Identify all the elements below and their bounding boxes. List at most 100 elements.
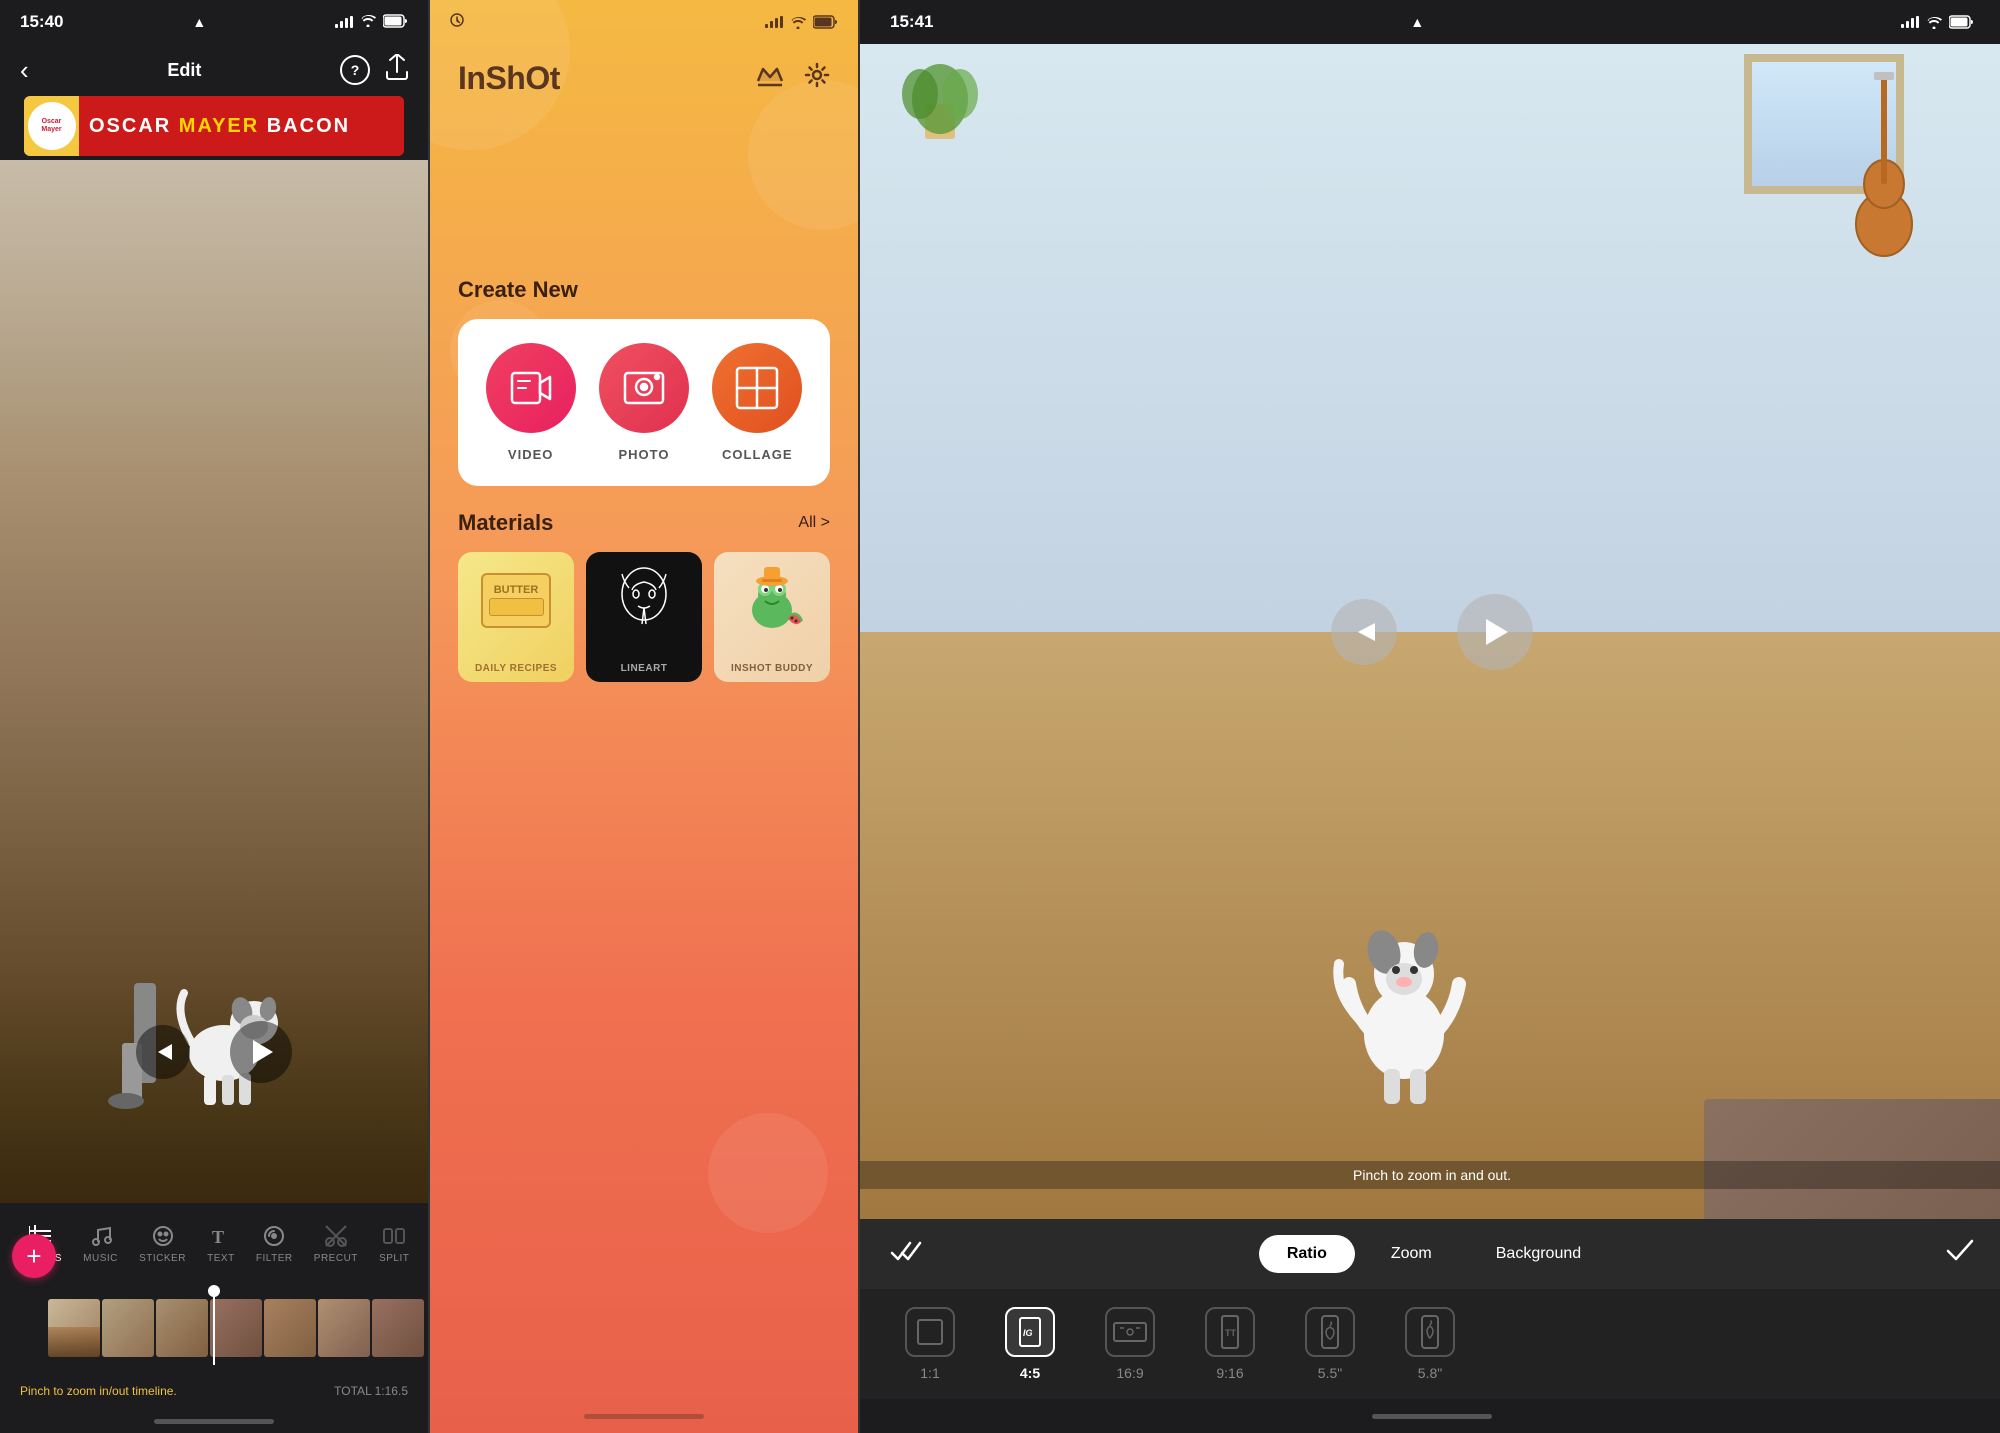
material-lineart[interactable]: LINEART — [586, 552, 702, 682]
play-icon — [253, 1040, 273, 1064]
recipes-visual: BUTTER — [476, 560, 556, 640]
battery-icon-3 — [1949, 15, 1974, 29]
bottom-space-2 — [430, 682, 858, 1399]
ratio-editor-panel: 15:41 ▲ — [860, 0, 2000, 1433]
confirm-button[interactable] — [1946, 1239, 1974, 1270]
ratio-icon-4-5: IG — [1005, 1307, 1055, 1357]
crown-icon[interactable] — [756, 63, 784, 94]
video-editor-panel: 15:40 ▲ ‹ Edit ? — [0, 0, 428, 1433]
ad-text-area: OSCAR MAYER BACON — [79, 96, 404, 156]
ratio-16-9-svg — [1112, 1314, 1148, 1350]
status-bar-3: 15:41 ▲ — [860, 0, 2000, 44]
timeline-thumb-2 — [102, 1299, 154, 1357]
timeline-area[interactable] — [0, 1283, 428, 1373]
background-tab[interactable]: Background — [1468, 1235, 1609, 1273]
home-bar-3 — [1372, 1414, 1492, 1419]
text-label: TEXT — [207, 1253, 235, 1264]
text-icon: T — [208, 1223, 234, 1249]
home-indicator-1 — [0, 1409, 428, 1433]
ad-badge: OscarMayer — [24, 99, 79, 154]
toolbar-item-sticker[interactable]: STICKER — [139, 1223, 186, 1264]
skip-back-button-3[interactable] — [1331, 599, 1397, 665]
materials-section: Materials All > BUTTER DAILY RECIPES — [430, 486, 858, 682]
ratio-tab[interactable]: Ratio — [1259, 1235, 1355, 1273]
rug — [1704, 1099, 2000, 1219]
plant — [900, 44, 980, 149]
inshot-home-panel: InShOt Create New — [430, 0, 858, 1433]
toolbar-item-filter[interactable]: FILTER — [256, 1223, 293, 1264]
back-button[interactable]: ‹ — [20, 55, 29, 86]
settings-icon[interactable] — [804, 62, 830, 95]
zoom-tab[interactable]: Zoom — [1363, 1235, 1460, 1273]
ad-banner[interactable]: OscarMayer OSCAR MAYER BACON — [24, 96, 404, 156]
ratio-option-9-16[interactable]: TT 9:16 — [1190, 1307, 1270, 1381]
create-photo-item[interactable]: PHOTO — [599, 343, 689, 462]
material-daily-recipes[interactable]: BUTTER DAILY RECIPES — [458, 552, 574, 682]
total-duration: TOTAL 1:16.5 — [334, 1384, 408, 1398]
materials-label: Materials — [458, 510, 553, 536]
buddy-label: INSHOT BUDDY — [714, 663, 830, 674]
signal-bars-1 — [335, 16, 353, 28]
create-collage-item[interactable]: COLLAGE — [712, 343, 802, 462]
status-time-1: 15:40 — [20, 12, 63, 32]
ratio-toolbar: Ratio Zoom Background — [860, 1219, 2000, 1289]
ratio-option-16-9[interactable]: 16:9 — [1090, 1307, 1170, 1381]
butter-piece — [489, 598, 544, 616]
wifi-icon-2 — [789, 16, 807, 29]
pinch-hint: Pinch to zoom in and out. — [860, 1161, 2000, 1189]
sb-3 — [1911, 18, 1914, 28]
ratio-option-4-5[interactable]: IG 4:5 — [990, 1307, 1070, 1381]
timeline-hint-text: Pinch to zoom in/out timeline. — [20, 1384, 177, 1398]
location-icon-3: ▲ — [1410, 14, 1424, 30]
ratio-1-1-svg — [912, 1314, 948, 1350]
toolbar-item-music[interactable]: MUSIC — [83, 1223, 118, 1264]
ratio-9-16-svg: TT — [1212, 1314, 1248, 1350]
ratio-icon-9-16: TT — [1205, 1307, 1255, 1357]
video-label: VIDEO — [508, 447, 553, 462]
sb-1 — [1901, 24, 1904, 28]
ad-main-text: OSCAR MAYER BACON — [89, 115, 350, 138]
skip-back-button[interactable] — [136, 1025, 190, 1079]
bottom-hint: Pinch to zoom in/out timeline. TOTAL 1:1… — [0, 1373, 428, 1409]
all-materials-link[interactable]: All > — [798, 514, 830, 532]
play-button[interactable] — [230, 1021, 292, 1083]
create-new-card: VIDEO PHOTO — [458, 319, 830, 486]
photo-label: PHOTO — [618, 447, 669, 462]
toolbar-item-split[interactable]: SPLIT — [379, 1223, 409, 1264]
help-button[interactable]: ? — [340, 55, 370, 85]
check-svg — [1946, 1239, 1974, 1263]
ad-logo: OscarMayer — [28, 102, 76, 150]
split-label: SPLIT — [379, 1253, 409, 1264]
photo-circle — [599, 343, 689, 433]
ratio-icon-1-1 — [905, 1307, 955, 1357]
share-button[interactable] — [386, 54, 408, 86]
dog-scene-3 — [1264, 854, 1544, 1119]
lineart-svg — [614, 564, 674, 636]
toolbar-item-text[interactable]: T TEXT — [207, 1223, 235, 1264]
bg-circle-4 — [708, 1113, 828, 1233]
wifi-icon-1 — [359, 14, 377, 30]
location-icon: ▲ — [192, 14, 206, 30]
ratio-option-5-8[interactable]: 5.8" — [1390, 1307, 1470, 1381]
timeline-thumb-3 — [156, 1299, 208, 1357]
split-icon — [381, 1223, 407, 1249]
create-new-label: Create New — [458, 277, 830, 303]
ratio-5-5-svg — [1312, 1314, 1348, 1350]
create-video-item[interactable]: VIDEO — [486, 343, 576, 462]
svg-text:TT: TT — [1225, 1328, 1236, 1338]
signal-bar-2 — [340, 21, 343, 28]
pinch-hint-text: Pinch to zoom in and out. — [1353, 1167, 1511, 1183]
timeline-thumb-7 — [372, 1299, 424, 1357]
status-bar-1: 15:40 ▲ — [0, 0, 428, 44]
ratio-icon-5-5 — [1305, 1307, 1355, 1357]
material-inshot-buddy[interactable]: INSHOT BUDDY — [714, 552, 830, 682]
toolbar-item-precut[interactable]: PRECUT — [314, 1223, 358, 1264]
butter-image: BUTTER — [481, 573, 551, 628]
skip-back-icon-3 — [1349, 617, 1379, 647]
ratio-option-5-5[interactable]: 5.5" — [1290, 1307, 1370, 1381]
add-button[interactable]: + — [12, 1234, 56, 1278]
double-check-icon[interactable] — [890, 1239, 922, 1269]
ratio-option-1-1[interactable]: 1:1 — [890, 1307, 970, 1381]
header-icons — [756, 62, 830, 95]
play-button-3[interactable] — [1457, 594, 1533, 670]
